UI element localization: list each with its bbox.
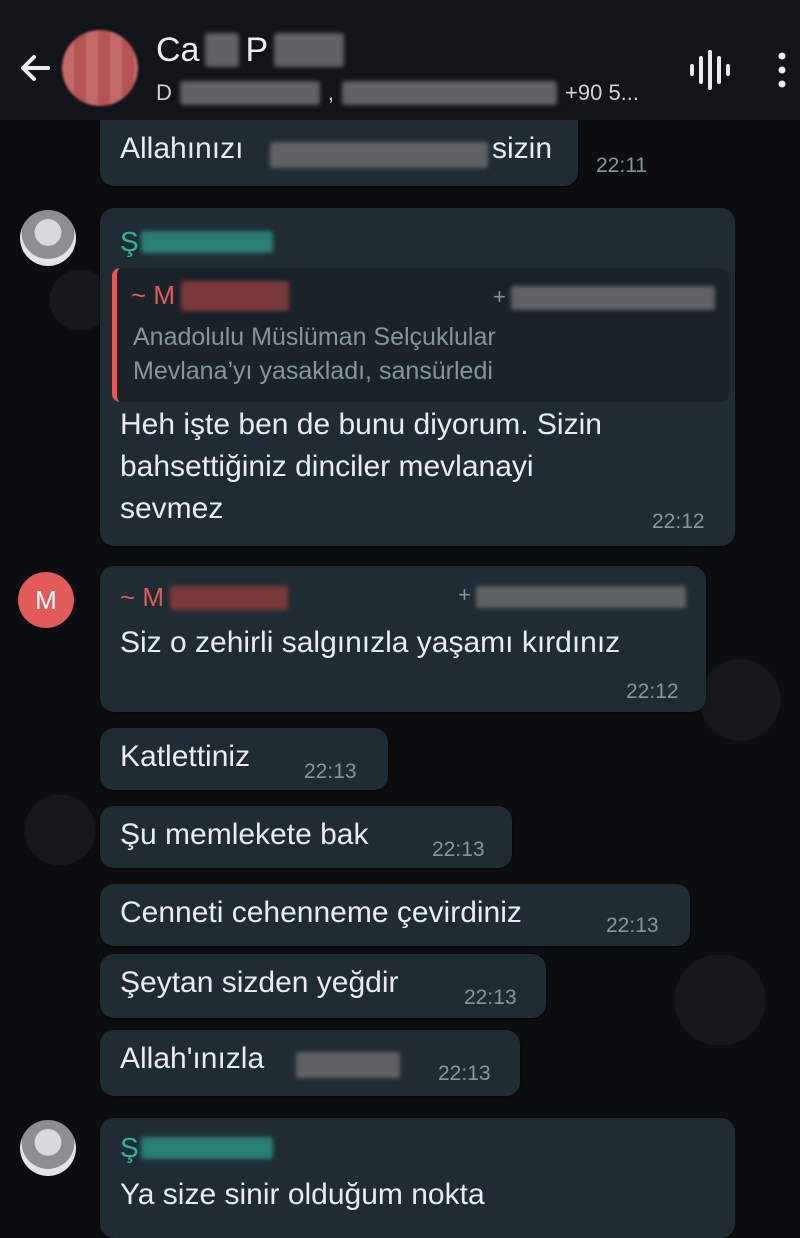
subtitle-phone: +90 5... [565,80,640,105]
sender-avatar[interactable] [20,1120,76,1176]
message-bubble[interactable]: Şeytan sizden yeğdir 22:13 [100,954,546,1018]
redacted-block [181,280,290,311]
sender-name[interactable]: Ş [120,1132,273,1164]
redacted-block [270,142,488,168]
message-text: Ya size sinir olduğum nokta [120,1178,485,1211]
sender-name-initial: Ş [120,1132,139,1163]
message-text: Şeytan sizden yeğdir [120,966,399,999]
quote-text: Anadolulu Müslüman Selçuklular [133,323,496,351]
message-bubble[interactable]: Ş Ya size sinir olduğum nokta [100,1118,735,1238]
subtitle-separator: , [327,80,335,105]
message-bubble[interactable]: Şu memlekete bak 22:13 [100,806,512,868]
quote-author-plus: + [493,284,506,309]
subtitle-start: D [156,80,172,105]
message-bubble[interactable]: Katlettiniz 22:13 [100,728,388,790]
message-text: sizin [492,132,553,165]
more-vertical-icon[interactable] [772,50,792,90]
message-bubble[interactable]: Allahınızı sizin 22:11 [100,118,647,186]
message-time: 22:13 [432,838,485,861]
message-text: bahsettiğiniz dinciler mevlanayi [120,450,534,483]
voice-call-icon[interactable] [688,50,732,90]
message-time: 22:13 [464,986,517,1009]
message-bubble[interactable]: ~ M + Siz o zehirli salgınızla yaşamı kı… [100,566,706,712]
redacted-block [140,1137,273,1159]
message-time: 22:13 [438,1062,491,1085]
message-time: 22:12 [652,510,705,533]
quoted-message[interactable]: ~ M + Anadolulu Müslüman Selçuklular Mev… [112,268,729,402]
message-time: 22:12 [626,680,679,703]
redacted-block [179,81,320,105]
quote-author: ~ M [131,280,290,311]
redacted-block [476,586,686,608]
message-time: 22:13 [606,914,659,937]
arrow-left-icon[interactable] [14,46,58,90]
sender-name-text: ~ M [120,582,165,612]
sender-avatar[interactable] [20,210,76,266]
message-bubble[interactable]: Allah'ınızla 22:13 [100,1030,520,1096]
redacted-block [205,33,240,67]
redacted-block [511,286,715,310]
message-text: Katlettiniz [120,740,251,773]
message-time: 22:13 [304,760,357,783]
quote-text: Mevlana’yı yasakladı, sansürledi [133,357,493,385]
redacted-block [274,33,345,67]
chat-header: Ca P D , +90 5... [0,0,800,120]
contact-avatar[interactable] [62,30,138,106]
redacted-block [170,585,289,610]
message-text: Heh işte ben de bunu diyorum. Sizin [120,408,602,441]
contact-name-mid: P [245,30,269,69]
sender-name[interactable]: ~ M [120,582,289,613]
quote-author-name: ~ M [131,280,176,310]
message-text: Cenneti cehenneme çevirdiniz [120,896,522,929]
message-text: Şu memlekete bak [120,818,369,851]
message-text: sevmez [120,492,224,525]
message-bubble[interactable]: Cenneti cehenneme çevirdiniz 22:13 [100,884,690,946]
contact-name-start: Ca [156,30,200,69]
message-text: Allah'ınızla [120,1042,265,1075]
sender-name[interactable]: Ş [120,226,273,258]
sender-name-initial: Ş [120,226,139,257]
contact-subtitle: D , +90 5... [156,78,639,108]
message-bubble[interactable]: Ş ~ M + Anadolulu Müslüman Selçuklular M… [100,208,735,546]
sender-plus: + [458,582,471,607]
redacted-block [296,1052,400,1078]
contact-name[interactable]: Ca P [156,30,345,70]
message-text: Allahınızı [120,132,244,165]
sender-avatar[interactable]: M [18,572,74,628]
redacted-block [342,81,558,105]
message-text: Siz o zehirli salgınızla yaşamı kırdınız [120,626,621,659]
redacted-block [140,231,273,253]
message-time: 22:11 [596,154,647,177]
